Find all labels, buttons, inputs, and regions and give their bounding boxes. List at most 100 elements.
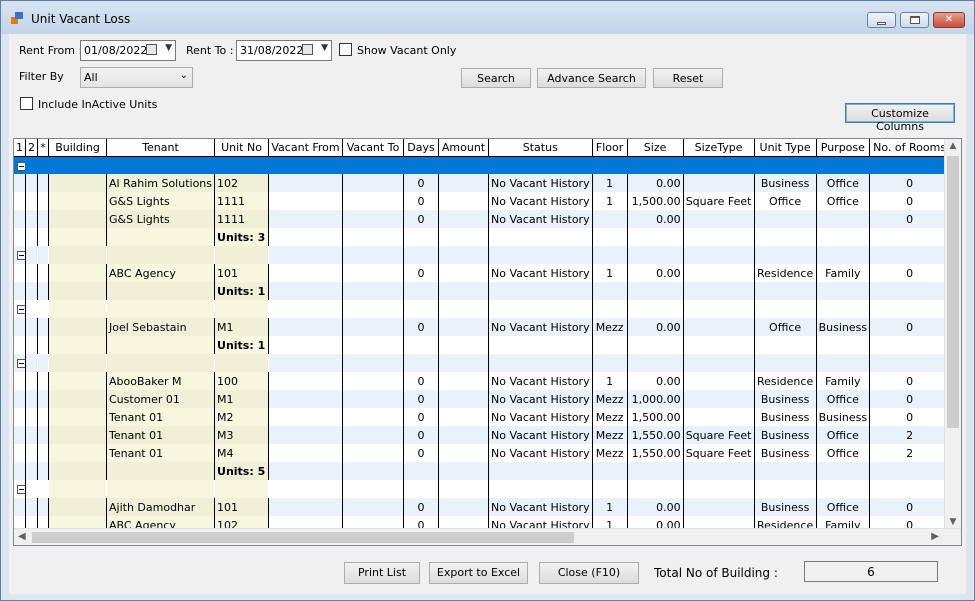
table-row[interactable]: G&S Lights 1111 0 No Vacant History 1 1,500.0… [14,192,951,210]
calendar-icon[interactable] [146,44,157,55]
show-vacant-only-checkbox[interactable] [339,43,352,56]
group-total-row[interactable]: Units: 1 [14,282,951,300]
column-header[interactable]: 2 [25,139,38,157]
collapse-group-icon[interactable] [17,359,25,368]
column-header[interactable]: Unit Type [754,139,817,157]
group-total-row[interactable]: Units: 5 [14,462,951,480]
rent-to-datepicker[interactable]: 31/08/2022 ▼ [236,40,332,61]
column-header[interactable]: Vacant From [268,139,344,157]
group-row[interactable]: Emirates To [14,354,951,372]
customize-columns-button[interactable]: Customize Columns [845,103,955,133]
horizontal-scroll-thumb[interactable] [32,532,574,543]
group-cell: AL Reem To [14,246,26,264]
table-row[interactable]: Tenant 01 M4 0 No Vacant History Mezz 1,550.0… [14,444,951,462]
table-row[interactable]: Al Rahim Solutions 102 0 No Vacant History 1… [14,174,951,192]
empty-cell [438,318,490,336]
cell-sizetype [683,318,755,336]
empty-cell [14,336,26,354]
scroll-up-icon[interactable]: ▲ [945,141,961,151]
cell-tenant: AbooBaker M [106,372,216,390]
empty-cell [488,336,593,354]
column-header[interactable]: Tenant [106,139,216,157]
maximize-button[interactable] [900,12,929,28]
empty-cell [627,282,684,300]
vacant-units-grid[interactable]: 1 2 * Building Tenant Unit No Vacant From Vacan… [13,138,962,546]
group-row[interactable]: ADCB Build [14,156,951,174]
rent-from-datepicker[interactable]: 01/08/2022 ▼ [80,40,176,61]
chevron-down-icon[interactable]: ▼ [321,43,328,53]
advance-search-button[interactable]: Advance Search [537,68,646,88]
empty-cell [438,372,490,390]
export-to-excel-button[interactable]: Export to Excel [429,562,528,584]
vertical-scroll-thumb[interactable] [947,156,959,428]
column-header[interactable]: Vacant To [342,139,405,157]
empty-cell [342,498,405,516]
group-row[interactable]: Al Salam To [14,300,951,318]
collapse-group-icon[interactable] [17,161,25,171]
column-header[interactable]: Purpose [816,139,871,157]
filter-by-select[interactable]: All ⌄ [80,67,193,88]
empty-cell [37,318,49,336]
column-header[interactable]: Status [488,139,593,157]
column-header[interactable]: Size [627,139,684,157]
column-header[interactable]: 1 [14,139,26,157]
cell-floor [592,210,628,228]
cell-rooms: 2 [869,444,951,462]
cell-unit: 100 [214,372,270,390]
cell-status: No Vacant History [488,174,593,192]
print-list-button[interactable]: Print List [344,562,420,584]
column-header[interactable]: Unit No [214,139,270,157]
close-button[interactable]: Close (F10) [539,562,639,584]
horizontal-scrollbar[interactable]: ◀ ▶ [14,528,961,545]
empty-cell [342,336,405,354]
empty-cell [37,498,49,516]
scroll-right-icon[interactable]: ▶ [931,531,939,542]
group-row[interactable]: Neese Build [14,480,951,498]
collapse-group-icon[interactable] [17,305,25,314]
table-row[interactable]: Customer 01 M1 0 No Vacant History Mezz 1,000… [14,390,951,408]
group-row[interactable]: AL Reem To [14,246,951,264]
vertical-scrollbar[interactable]: ▲ ▼ [944,139,961,529]
empty-cell [268,228,344,246]
chevron-down-icon[interactable]: ▼ [165,43,172,53]
collapse-group-icon[interactable] [17,485,25,494]
minimize-button[interactable] [867,12,896,28]
close-window-button[interactable]: ✕ [933,12,965,28]
empty-cell [25,282,38,300]
group-total-row[interactable]: Units: 1 [14,336,951,354]
cell-rooms: 0 [869,372,951,390]
column-header[interactable]: * [37,139,49,157]
table-row[interactable]: G&S Lights 1111 0 No Vacant History 0.00 0 [14,210,951,228]
table-row[interactable]: Ajith Damodhar 101 0 No Vacant History 1 0.00… [14,498,951,516]
include-inactive-checkbox[interactable] [20,97,33,110]
cell-purpose: Family [816,264,871,282]
table-row[interactable]: Tenant 01 M2 0 No Vacant History Mezz 1,500.0… [14,408,951,426]
column-header[interactable]: SizeType [683,139,755,157]
table-row[interactable]: Tenant 01 M3 0 No Vacant History Mezz 1,550.0… [14,426,951,444]
search-button[interactable]: Search [461,68,531,88]
column-header[interactable]: Floor [592,139,628,157]
empty-cell [403,336,440,354]
table-row[interactable]: Joel Sebastain M1 0 No Vacant History Mezz 0.… [14,318,951,336]
collapse-group-icon[interactable] [17,251,25,260]
group-total-row[interactable]: Units: 3 [14,228,951,246]
table-row[interactable]: AbooBaker M 100 0 No Vacant History 1 0.00 Res… [14,372,951,390]
rent-to-label: Rent To : [186,44,234,57]
title-bar[interactable]: Unit Vacant Loss ✕ [1,1,974,34]
show-vacant-only-label[interactable]: Show Vacant Only [357,44,456,57]
calendar-icon[interactable] [302,44,313,55]
scroll-left-icon[interactable]: ◀ [18,531,26,542]
include-inactive-label[interactable]: Include InActive Units [38,98,157,111]
table-row[interactable]: ABC Agency 101 0 No Vacant History 1 0.00 Resi… [14,264,951,282]
empty-cell [14,372,26,390]
column-header[interactable]: No. of Rooms [869,139,951,157]
empty-cell [48,372,107,390]
column-header[interactable]: Building [48,139,107,157]
empty-cell [592,282,628,300]
scroll-down-icon[interactable]: ▼ [945,517,961,527]
column-header[interactable]: Amount [438,139,490,157]
reset-button[interactable]: Reset [653,68,723,88]
empty-cell [403,246,440,264]
empty-cell [48,192,107,210]
column-header[interactable]: Days [403,139,440,157]
